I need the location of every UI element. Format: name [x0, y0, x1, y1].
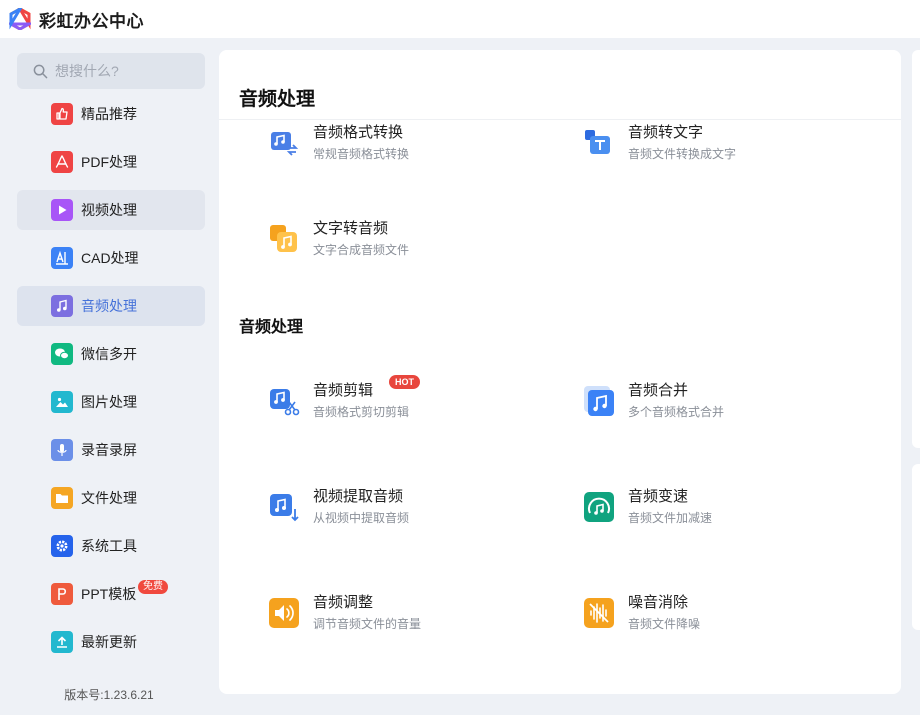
sidebar-item-label: 音频处理 — [81, 298, 137, 314]
sidebar-item-label: 精品推荐 — [81, 106, 137, 122]
tool-desc: 音频文件降噪 — [628, 617, 701, 631]
tool-text-to-audio[interactable]: 文字转音频 文字合成音频文件 — [267, 215, 547, 263]
music-note-icon — [51, 295, 73, 317]
tool-desc: 从视频中提取音频 — [313, 511, 410, 525]
gear-icon — [51, 535, 73, 557]
text-to-audio-icon — [267, 222, 301, 256]
sidebar-item-record[interactable]: 录音录屏 — [17, 430, 205, 470]
app-title: 彩虹办公中心 — [39, 11, 144, 31]
tool-desc: 常规音频格式转换 — [313, 147, 410, 161]
pdf-icon — [51, 151, 73, 173]
sidebar-item-label: PDF处理 — [81, 154, 137, 170]
sidebar-item-label: 图片处理 — [81, 394, 137, 410]
side-panel-edge — [912, 464, 920, 630]
tool-video-extract-audio[interactable]: 视频提取音频 从视频中提取音频 — [267, 483, 547, 531]
sidebar-item-label: PPT模板 — [81, 586, 137, 602]
tool-volume-adjust[interactable]: 音频调整 调节音频文件的音量 — [267, 589, 547, 637]
tool-name: 音频调整 — [313, 594, 374, 611]
side-panel-edge — [912, 50, 920, 448]
sidebar-item-label: 微信多开 — [81, 346, 137, 362]
sidebar-item-pdf[interactable]: PDF处理 — [17, 142, 205, 182]
tool-name: 音频变速 — [628, 488, 689, 505]
sidebar-item-update[interactable]: 最新更新 — [17, 622, 205, 662]
version-label: 版本号:1.23.6.21 — [64, 688, 154, 702]
folder-icon — [51, 487, 73, 509]
search-icon — [33, 64, 48, 78]
tool-desc: 音频文件转换成文字 — [628, 147, 737, 161]
cad-icon — [51, 247, 73, 269]
section-header: 音频处理 — [219, 50, 901, 120]
tool-audio-convert[interactable]: 音频格式转换 常规音频格式转换 — [267, 119, 547, 167]
tool-desc: 调节音频文件的音量 — [313, 617, 422, 631]
video-extract-audio-icon — [267, 490, 301, 524]
sidebar-item-label: 系统工具 — [81, 538, 137, 554]
sidebar-item-label: 视频处理 — [81, 202, 137, 218]
sidebar-item-cad[interactable]: CAD处理 — [17, 238, 205, 278]
volume-icon — [267, 596, 301, 630]
tool-name: 视频提取音频 — [313, 488, 404, 505]
tool-audio-merge[interactable]: 音频合并 多个音频格式合并 — [582, 377, 862, 425]
ppt-icon — [51, 583, 73, 605]
title-bar: 彩虹办公中心 — [0, 0, 920, 38]
sidebar-nav: 精品推荐 PDF处理 视频处理 CAD处理 音频处理 微信多开 图片处理 录音录… — [17, 94, 205, 670]
wechat-icon — [51, 343, 73, 365]
noise-reduce-icon — [582, 596, 616, 630]
tool-name: 音频格式转换 — [313, 124, 404, 141]
tool-desc: 文字合成音频文件 — [313, 243, 410, 257]
sidebar-item-file[interactable]: 文件处理 — [17, 478, 205, 518]
main-panel: 音频处理 音频格式转换 常规音频格式转换 音频转文字 音频文件转换成文字 文字转… — [219, 50, 901, 694]
search-box[interactable] — [17, 53, 205, 89]
tool-name: 音频合并 — [628, 382, 689, 399]
hot-badge: HOT — [389, 375, 420, 389]
tool-audio-to-text[interactable]: 音频转文字 音频文件转换成文字 — [582, 119, 862, 167]
sidebar-item-audio[interactable]: 音频处理 — [17, 286, 205, 326]
microphone-icon — [51, 439, 73, 461]
sidebar-item-label: CAD处理 — [81, 250, 139, 266]
tool-desc: 音频文件加减速 — [628, 511, 713, 525]
sidebar-item-ppt[interactable]: PPT模板 免费 — [17, 574, 205, 614]
tool-audio-cut[interactable]: 音频剪辑 音频格式剪切剪辑 HOT — [267, 375, 547, 425]
sidebar-item-label: 最新更新 — [81, 634, 137, 650]
sidebar-item-wechat[interactable]: 微信多开 — [17, 334, 205, 374]
sidebar-item-label: 文件处理 — [81, 490, 137, 506]
thumbs-up-icon — [51, 103, 73, 125]
tool-name: 噪音消除 — [628, 594, 689, 611]
sidebar-item-system[interactable]: 系统工具 — [17, 526, 205, 566]
search-input[interactable] — [55, 63, 195, 79]
play-icon — [51, 199, 73, 221]
audio-convert-icon — [267, 126, 301, 160]
audio-merge-icon — [582, 384, 616, 418]
sidebar: 精品推荐 PDF处理 视频处理 CAD处理 音频处理 — [0, 38, 220, 715]
audio-speed-icon — [582, 490, 616, 524]
upload-icon — [51, 631, 73, 653]
tool-name: 音频转文字 — [628, 124, 704, 141]
rainbow-logo-icon — [9, 8, 31, 30]
tool-desc: 音频格式剪切剪辑 — [313, 405, 410, 419]
image-icon — [51, 391, 73, 413]
page-title: 音频处理 — [239, 89, 316, 110]
audio-cut-icon — [267, 384, 301, 418]
sidebar-item-recommend[interactable]: 精品推荐 — [17, 94, 205, 134]
audio-to-text-icon — [582, 126, 616, 160]
section-title: 音频处理 — [239, 319, 304, 336]
sidebar-item-label: 录音录屏 — [81, 442, 137, 458]
tool-noise-reduce[interactable]: 噪音消除 音频文件降噪 — [582, 589, 862, 637]
tool-audio-speed[interactable]: 音频变速 音频文件加减速 — [582, 483, 862, 531]
sidebar-item-video[interactable]: 视频处理 — [17, 190, 205, 230]
tool-desc: 多个音频格式合并 — [628, 405, 725, 419]
tool-name: 文字转音频 — [313, 220, 389, 237]
sidebar-item-image[interactable]: 图片处理 — [17, 382, 205, 422]
free-badge: 免费 — [138, 580, 168, 594]
